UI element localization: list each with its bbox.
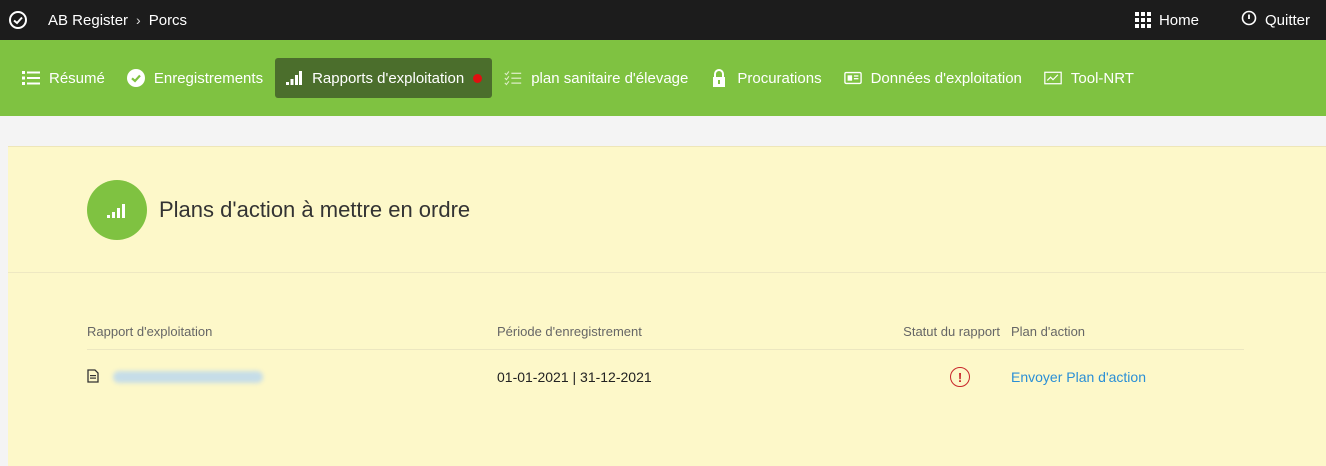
grid-icon <box>1134 12 1151 28</box>
nav-item-enregistrements[interactable]: Enregistrements <box>117 58 273 98</box>
nav-label: Résumé <box>49 69 105 87</box>
notification-dot <box>473 73 483 83</box>
nav-label: Procurations <box>737 69 822 87</box>
warning-circle-icon[interactable]: ! <box>950 367 970 387</box>
period-cell: 01-01-2021 | 31-12-2021 <box>497 369 652 385</box>
table-header: Rapport d'exploitation Période d'enregis… <box>87 324 1244 350</box>
header-action-plan: Plan d'action <box>1011 324 1086 339</box>
main-nav: Résumé Enregistrements Rapports d'exploi… <box>0 40 1326 116</box>
nav-item-tool-nrt[interactable]: Tool-NRT <box>1034 58 1144 98</box>
table-row: 01-01-2021 | 31-12-2021 ! Envoyer Plan d… <box>87 350 1244 404</box>
breadcrumb-app[interactable]: AB Register <box>48 12 128 29</box>
check-circle-logo-icon <box>8 10 28 30</box>
card-header: Plans d'action à mettre en ordre <box>8 147 1326 273</box>
home-button[interactable]: Home <box>1134 11 1199 29</box>
send-action-plan-link[interactable]: Envoyer Plan d'action <box>1011 369 1146 385</box>
power-icon <box>1241 10 1257 30</box>
nav-label: Enregistrements <box>153 69 264 87</box>
action-cell: Envoyer Plan d'action <box>1011 369 1244 385</box>
header-period: Période d'enregistrement <box>497 324 642 339</box>
nav-label: Rapports d'exploitation <box>312 69 465 87</box>
nav-label: Données d'exploitation <box>870 69 1022 87</box>
header-report: Rapport d'exploitation <box>87 324 213 339</box>
id-card-icon <box>843 69 862 87</box>
nav-item-plan-sanitaire[interactable]: plan sanitaire d'élevage <box>494 58 698 98</box>
reports-table: Rapport d'exploitation Période d'enregis… <box>87 324 1244 404</box>
lock-icon <box>710 69 728 87</box>
report-cell <box>87 368 497 386</box>
list-icon <box>22 69 40 87</box>
page-title: Plans d'action à mettre en ordre <box>159 196 471 222</box>
nav-item-procurations[interactable]: Procurations <box>700 58 831 98</box>
nav-item-rapports[interactable]: Rapports d'exploitation <box>275 58 493 98</box>
logout-label: Quitter <box>1264 11 1310 29</box>
chart-line-icon <box>1044 69 1062 87</box>
home-label: Home <box>1158 11 1199 29</box>
breadcrumb: AB Register › Porcs <box>48 12 187 29</box>
signal-bars-icon <box>285 69 303 87</box>
checklist-icon <box>504 69 522 87</box>
nav-item-donnees[interactable]: Données d'exploitation <box>834 58 1032 98</box>
logout-button[interactable]: Quitter <box>1241 10 1310 30</box>
nav-label: plan sanitaire d'élevage <box>531 69 689 87</box>
breadcrumb-section[interactable]: Porcs <box>149 12 187 29</box>
action-plans-card: Plans d'action à mettre en ordre <box>8 146 1326 466</box>
nav-label: Tool-NRT <box>1070 69 1134 87</box>
breadcrumb-separator: › <box>136 12 141 28</box>
nav-item-resume[interactable]: Résumé <box>12 58 115 98</box>
check-circle-icon <box>126 69 145 87</box>
signal-bars-badge-icon <box>87 179 147 240</box>
report-link[interactable] <box>113 371 263 383</box>
document-icon <box>87 368 99 386</box>
status-cell: ! <box>894 367 1011 387</box>
header-status: Statut du rapport <box>903 324 1000 339</box>
top-bar: AB Register › Porcs Home Quitter <box>0 0 1326 40</box>
